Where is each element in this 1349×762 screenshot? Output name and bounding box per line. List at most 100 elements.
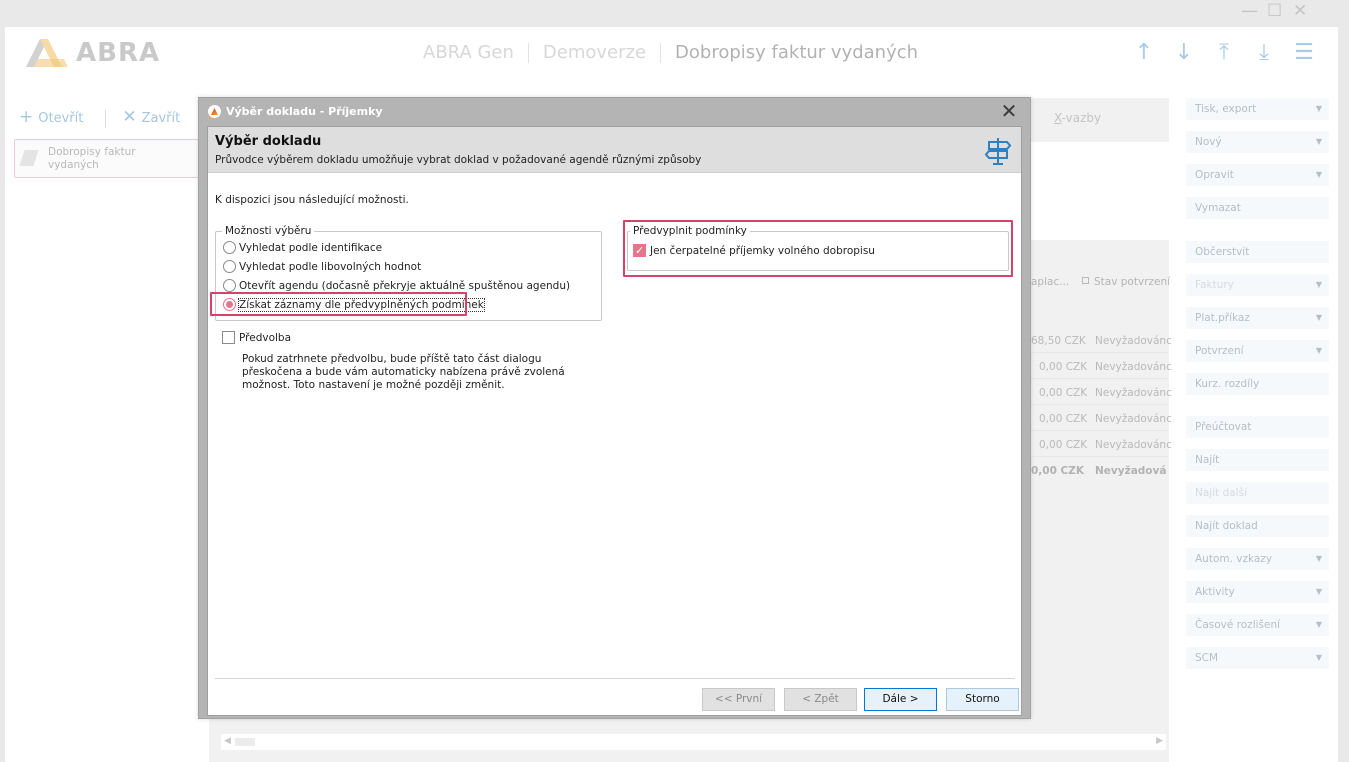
footer-divider: [215, 678, 1015, 679]
maximize-icon[interactable]: ☐: [1267, 2, 1282, 20]
detail-pane: [1029, 142, 1178, 240]
dropdown-arrow-icon[interactable]: ▼: [1316, 581, 1322, 603]
options-legend: Možnosti výběru: [222, 225, 315, 237]
col-checkbox-icon[interactable]: [1082, 277, 1089, 284]
left-toolbar: + Otevřít ✕ Zavřít: [19, 107, 202, 128]
breadcrumb: ABRA Gen Demoverze Dobropisy faktur vydaný…: [423, 41, 918, 65]
dialog-title: Výběr dokladu - Příjemky: [226, 105, 383, 118]
signpost-icon: [984, 138, 1012, 165]
action-button-label: Kurz. rozdíly: [1195, 378, 1260, 390]
preselect-label: Předvolba: [239, 332, 292, 344]
back-button-label: < Zpět: [802, 693, 839, 705]
dropdown-arrow-icon[interactable]: ▼: [1316, 164, 1322, 186]
intro-text: K dispozici jsou následující možnosti.: [215, 194, 409, 206]
doc-tab-credit-notes[interactable]: Dobropisy faktur vydaných: [14, 139, 202, 178]
next-button[interactable]: Dále >: [864, 688, 937, 711]
highlight-conditions: [623, 220, 1013, 277]
action-button[interactable]: Aktivity ▼: [1186, 581, 1329, 603]
table-row[interactable]: 0,00 CZK Nevyžadovánc: [1029, 405, 1172, 431]
breadcrumb-company[interactable]: Demoverze: [543, 42, 646, 63]
breadcrumb-app[interactable]: ABRA Gen: [423, 42, 514, 63]
dialog-body: Výběr dokladu Průvodce výběrem dokladu u…: [207, 126, 1022, 716]
dropdown-arrow-icon[interactable]: ▼: [1316, 131, 1322, 153]
x-icon: ✕: [122, 107, 137, 127]
document-icon: [19, 150, 39, 166]
table-row[interactable]: 68,50 CZK Nevyžadovánc: [1029, 327, 1172, 353]
logo-text: ABRA: [76, 38, 161, 68]
table-row[interactable]: 0,00 CZK Nevyžadovánc: [1029, 431, 1172, 457]
page-title: Dobropisy faktur vydaných: [675, 42, 919, 63]
action-button[interactable]: Najít doklad: [1186, 515, 1329, 537]
data-table: aplac... Stav potvrzení 68,50 CZK Nevyžad…: [1029, 270, 1172, 477]
action-button[interactable]: Potvrzení ▼: [1186, 340, 1329, 362]
back-button[interactable]: < Zpět: [784, 688, 857, 711]
option-identification[interactable]: Vyhledat podle identifikace: [223, 240, 382, 256]
option-label: Vyhledat podle libovolných hodnot: [239, 261, 422, 273]
open-button[interactable]: + Otevřít: [19, 107, 83, 127]
action-button[interactable]: Nový ▼: [1186, 131, 1329, 153]
cancel-button[interactable]: Storno: [946, 688, 1019, 711]
action-button[interactable]: SCM ▼: [1186, 647, 1329, 669]
checkbox-icon[interactable]: [222, 330, 235, 344]
radio-icon[interactable]: [223, 278, 236, 292]
dropdown-arrow-icon[interactable]: ▼: [1316, 614, 1322, 636]
tab-xvazby[interactable]: X-vazby: [1054, 111, 1101, 125]
close-label: Zavřít: [141, 111, 181, 126]
table-row[interactable]: 0,00 CZK Nevyžadovánc: [1029, 353, 1172, 379]
close-window-icon[interactable]: ✕: [1293, 2, 1307, 20]
action-button[interactable]: Najít další: [1186, 482, 1329, 504]
action-button[interactable]: Vymazat: [1186, 197, 1329, 219]
arrow-down-icon[interactable]: ↓: [1172, 41, 1196, 65]
action-button[interactable]: Opravit ▼: [1186, 164, 1329, 186]
action-button-label: Najít další: [1195, 487, 1247, 499]
select-document-dialog: Výběr dokladu - Příjemky ✕ Výběr dokladu…: [198, 97, 1031, 719]
action-button-label: Najít: [1195, 454, 1220, 466]
action-button-label: Tisk, export: [1195, 103, 1257, 115]
arrow-top-icon[interactable]: ⤒: [1212, 41, 1236, 65]
dropdown-arrow-icon[interactable]: ▼: [1316, 340, 1322, 362]
wizard-title: Výběr dokladu: [215, 134, 322, 149]
open-label: Otevřít: [38, 111, 84, 126]
action-button[interactable]: Časové rozlišení ▼: [1186, 614, 1329, 636]
dropdown-arrow-icon[interactable]: ▼: [1316, 98, 1322, 120]
action-button[interactable]: Plat.příkaz ▼: [1186, 307, 1329, 329]
action-button[interactable]: Kurz. rozdíly: [1186, 373, 1329, 395]
menu-icon[interactable]: ☰: [1292, 41, 1316, 65]
action-button-label: SCM: [1195, 652, 1219, 664]
dropdown-arrow-icon[interactable]: ▼: [1316, 274, 1322, 296]
dropdown-arrow-icon[interactable]: ▼: [1316, 647, 1322, 669]
action-button[interactable]: Občerstvit: [1186, 241, 1329, 263]
plus-icon: +: [19, 107, 34, 127]
minimize-icon[interactable]: —: [1241, 2, 1258, 20]
preselect-checkbox[interactable]: Předvolba: [222, 330, 291, 346]
action-button-label: Potvrzení: [1195, 345, 1244, 357]
action-button[interactable]: Přeúčtovat: [1186, 416, 1329, 438]
option-any-values[interactable]: Vyhledat podle libovolných hodnot: [223, 259, 421, 275]
horizontal-scrollbar[interactable]: ◀ ▶: [221, 734, 1166, 750]
xvazby-label: -vazby: [1061, 111, 1102, 125]
arrow-bottom-icon[interactable]: ⤓: [1252, 41, 1276, 65]
abra-logo: ABRA: [24, 37, 164, 69]
doc-tab-label-1: Dobropisy faktur: [48, 146, 136, 158]
doc-tab-label-2: vydaných: [48, 159, 99, 171]
action-button-label: Plat.příkaz: [1195, 312, 1250, 324]
scroll-right-icon[interactable]: ▶: [1156, 736, 1163, 746]
radio-icon[interactable]: [223, 259, 236, 273]
dialog-close-icon[interactable]: ✕: [998, 100, 1020, 122]
dropdown-arrow-icon[interactable]: ▼: [1316, 307, 1322, 329]
next-button-label: Dále >: [882, 693, 919, 705]
scroll-left-icon[interactable]: ◀: [224, 736, 231, 746]
scroll-thumb[interactable]: [235, 738, 255, 746]
radio-icon[interactable]: [223, 240, 236, 254]
action-button[interactable]: Autom. vzkazy ▼: [1186, 548, 1329, 570]
action-button[interactable]: Faktury ▼: [1186, 274, 1329, 296]
col-header-status[interactable]: Stav potvrzení: [1094, 276, 1170, 288]
col-header-paid[interactable]: aplac...: [1031, 276, 1069, 288]
arrow-up-icon[interactable]: ↑: [1132, 41, 1156, 65]
action-button[interactable]: Tisk, export ▼: [1186, 98, 1329, 120]
first-button[interactable]: << První: [702, 688, 775, 711]
close-button[interactable]: ✕ Zavřít: [122, 107, 180, 127]
dropdown-arrow-icon[interactable]: ▼: [1316, 548, 1322, 570]
action-button[interactable]: Najít: [1186, 449, 1329, 471]
table-row[interactable]: 0,00 CZK Nevyžadovánc: [1029, 379, 1172, 405]
